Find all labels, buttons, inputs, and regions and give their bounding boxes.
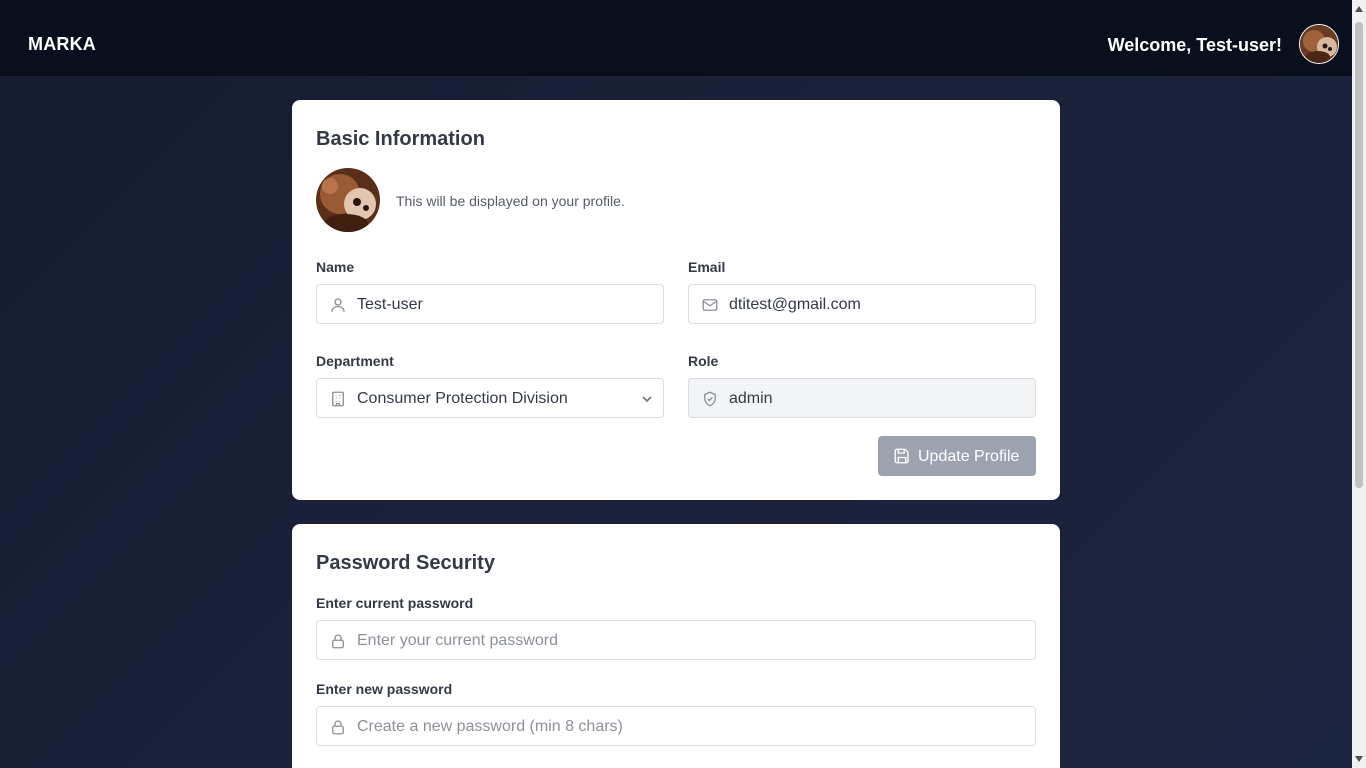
shield-icon [704,391,716,407]
building-icon [332,391,344,407]
role-field: admin [688,378,1036,418]
new-password-label: Enter new password [316,681,453,697]
mail-icon [702,299,718,311]
lock-icon [332,720,344,735]
email-label: Email [688,259,726,275]
new-password-input[interactable]: Create a new password (min 8 chars) [316,706,1036,746]
profile-avatar-image [316,168,380,232]
profile-avatar[interactable] [316,168,380,232]
department-label: Department [316,353,394,369]
user-icon [331,298,345,312]
top-navbar: MARKA Welcome, Test-user! [0,0,1352,76]
name-input[interactable]: Test-user [316,284,664,324]
scroll-thumb[interactable] [1355,22,1363,488]
role-value: admin [729,390,773,407]
page-scrollbar[interactable] [1352,0,1366,768]
avatar-image [1300,25,1338,63]
password-security-card: Password Security Enter current password… [292,524,1060,768]
current-password-input[interactable]: Enter your current password [316,620,1036,660]
department-select[interactable]: Consumer Protection Division [316,378,664,418]
update-profile-label: Update Profile [918,448,1020,465]
chevron-down-icon[interactable] [641,393,653,405]
profile-note: This will be displayed on your profile. [396,193,625,209]
scroll-down-arrow-icon[interactable] [1355,756,1363,762]
save-icon [894,448,909,464]
name-label: Name [316,259,355,275]
role-label: Role [688,353,719,369]
welcome-message: Welcome, Test-user! [1107,35,1282,55]
update-profile-button[interactable]: Update Profile [878,436,1036,476]
email-input[interactable]: dtitest@gmail.com [688,284,1036,324]
password-security-title: Password Security [316,552,495,574]
current-password-placeholder: Enter your current password [357,632,558,649]
basic-information-card: Basic Information This will be displayed… [292,100,1060,500]
department-value: Consumer Protection Division [357,390,568,407]
user-avatar[interactable] [1299,24,1339,64]
lock-icon [332,634,344,649]
basic-information-title: Basic Information [316,128,485,150]
brand-logo-text[interactable]: MARKA [28,34,96,55]
current-password-label: Enter current password [316,595,474,611]
new-password-placeholder: Create a new password (min 8 chars) [357,718,623,735]
email-value: dtitest@gmail.com [729,296,861,313]
name-value: Test-user [357,296,423,313]
scroll-up-arrow-icon[interactable] [1355,6,1363,12]
